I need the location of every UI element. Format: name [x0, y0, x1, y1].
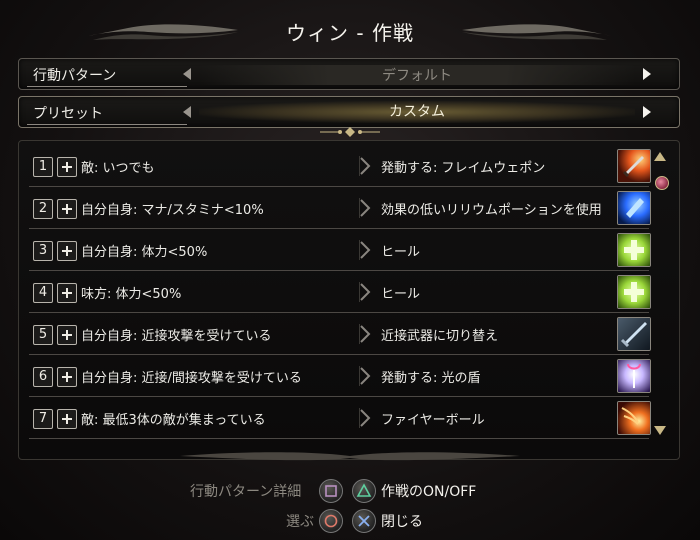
tactic-condition[interactable]: 自分自身: 体力<50% — [81, 241, 207, 260]
preset-label-underline — [27, 124, 187, 125]
add-tactic-button[interactable] — [57, 409, 77, 429]
tactic-row-4[interactable]: 4 味方: 体力<50% ヒール — [29, 271, 669, 313]
preset-label: プリセット — [33, 106, 103, 122]
tactic-number: 7 — [33, 409, 53, 429]
add-tactic-button[interactable] — [57, 241, 77, 261]
chevron-right-icon — [359, 198, 371, 218]
row-divider — [29, 438, 649, 439]
tactic-row-3[interactable]: 3 自分自身: 体力<50% ヒール — [29, 229, 669, 271]
cross-button-icon — [352, 509, 376, 533]
tactic-number: 4 — [33, 283, 53, 303]
scroll-down-arrow-icon[interactable] — [654, 426, 666, 435]
tactic-number: 3 — [33, 241, 53, 261]
help-close-label: 閉じる — [381, 514, 423, 530]
preset-prev-arrow-icon[interactable] — [183, 106, 191, 118]
add-tactic-button[interactable] — [57, 199, 77, 219]
tactic-row-5[interactable]: 5 自分自身: 近接攻撃を受けている 近接武器に切り替え — [29, 313, 669, 355]
chevron-right-icon — [359, 366, 371, 386]
behavior-label-underline — [27, 86, 187, 87]
tactic-row-1[interactable]: 1 敵: いつでも 発動する: フレイムウェポン — [29, 145, 669, 187]
chevron-right-icon — [359, 408, 371, 428]
tactic-condition[interactable]: 敵: 最低3体の敵が集まっている — [81, 409, 266, 428]
flame-weapon-icon — [617, 149, 651, 183]
tactic-number: 1 — [33, 157, 53, 177]
light-shield-icon — [617, 359, 651, 393]
tactic-number: 2 — [33, 199, 53, 219]
preset-selector[interactable]: プリセット カスタム — [18, 96, 680, 128]
help-toggle-label: 作戦のON/OFF — [381, 484, 477, 500]
help-select: 選ぶ — [286, 511, 314, 531]
tactic-action[interactable]: 近接武器に切り替え — [381, 325, 498, 344]
tactic-action[interactable]: ヒール — [381, 241, 420, 260]
tactic-condition[interactable]: 自分自身: 近接攻撃を受けている — [81, 325, 272, 344]
tactics-list: 1 敵: いつでも 発動する: フレイムウェポン 2 自分自身: マナ/スタミナ… — [18, 140, 680, 460]
behavior-value: デフォルト — [199, 65, 635, 85]
circle-button-icon — [319, 509, 343, 533]
tactic-condition[interactable]: 敵: いつでも — [81, 157, 155, 176]
behavior-selector[interactable]: 行動パターン デフォルト — [18, 58, 680, 90]
melee-weapon-icon — [617, 317, 651, 351]
heal-icon — [617, 233, 651, 267]
tactic-condition[interactable]: 味方: 体力<50% — [81, 283, 181, 302]
tactic-action[interactable]: 発動する: 光の盾 — [381, 367, 481, 386]
preset-value: カスタム — [199, 101, 635, 123]
page-title: ウィン - 作戦 — [286, 20, 414, 45]
tactic-number: 6 — [33, 367, 53, 387]
divider-ornament-icon — [320, 127, 380, 137]
help-details: 行動パターン詳細 — [190, 481, 301, 501]
scroll-up-arrow-icon[interactable] — [654, 152, 666, 161]
tactic-action[interactable]: ファイヤーボール — [381, 409, 485, 428]
behavior-label: 行動パターン — [33, 68, 117, 84]
help-close: 閉じる — [381, 511, 423, 531]
tactic-number: 5 — [33, 325, 53, 345]
chevron-right-icon — [359, 156, 371, 176]
add-tactic-button[interactable] — [57, 157, 77, 177]
scrollbar-thumb[interactable] — [655, 176, 669, 190]
chevron-right-icon — [359, 240, 371, 260]
bottom-ornament-icon — [180, 452, 520, 461]
tactic-condition[interactable]: 自分自身: マナ/スタミナ<10% — [81, 199, 264, 218]
square-button-icon — [319, 479, 343, 503]
help-details-label: 行動パターン詳細 — [190, 484, 302, 500]
add-tactic-button[interactable] — [57, 283, 77, 303]
tactic-action[interactable]: ヒール — [381, 283, 420, 302]
tactic-action[interactable]: 効果の低いリリウムポーションを使用 — [381, 199, 602, 218]
behavior-next-arrow-icon[interactable] — [643, 68, 651, 80]
help-toggle: 作戦のON/OFF — [381, 481, 476, 501]
add-tactic-button[interactable] — [57, 367, 77, 387]
chevron-right-icon — [359, 282, 371, 302]
tactic-row-6[interactable]: 6 自分自身: 近接/間接攻撃を受けている 発動する: 光の盾 — [29, 355, 669, 397]
tactic-row-7[interactable]: 7 敵: 最低3体の敵が集まっている ファイヤーボール — [29, 397, 669, 439]
tactic-condition[interactable]: 自分自身: 近接/間接攻撃を受けている — [81, 367, 302, 386]
chevron-right-icon — [359, 324, 371, 344]
tactic-row-2[interactable]: 2 自分自身: マナ/スタミナ<10% 効果の低いリリウムポーションを使用 — [29, 187, 669, 229]
fireball-icon — [617, 401, 651, 435]
triangle-button-icon — [352, 479, 376, 503]
heal-icon — [617, 275, 651, 309]
add-tactic-button[interactable] — [57, 325, 77, 345]
lyrium-potion-icon — [617, 191, 651, 225]
preset-next-arrow-icon[interactable] — [643, 106, 651, 118]
tactic-action[interactable]: 発動する: フレイムウェポン — [381, 157, 545, 176]
help-select-label: 選ぶ — [286, 514, 314, 530]
behavior-prev-arrow-icon[interactable] — [183, 68, 191, 80]
